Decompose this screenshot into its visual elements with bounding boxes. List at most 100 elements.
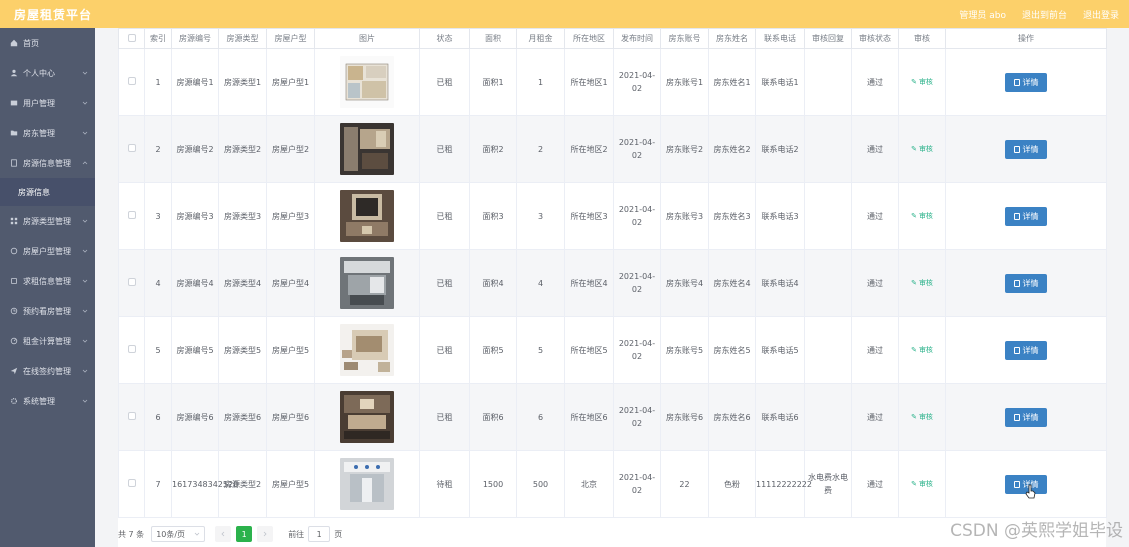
- detail-button[interactable]: 详情: [1005, 340, 1047, 360]
- chevron-down-icon: [82, 101, 88, 105]
- cell-name: 房东姓名5: [708, 316, 756, 384]
- detail-button[interactable]: 详情: [1005, 139, 1047, 159]
- audit-link[interactable]: ✎ 审核: [911, 413, 933, 421]
- row-checkbox[interactable]: [127, 143, 136, 152]
- cell-area: 面积1: [469, 48, 517, 116]
- column-header: 状态: [419, 28, 470, 49]
- cell-reply: [804, 383, 852, 451]
- cell-account: 房东账号1: [660, 48, 709, 116]
- cell-account: 房东账号2: [660, 115, 709, 183]
- cell-status: 已租: [419, 316, 470, 384]
- chevron-down-icon: [82, 71, 88, 75]
- chevron-down-icon: [82, 131, 88, 135]
- document-icon: [1013, 212, 1020, 220]
- cell-name: 色粉: [708, 450, 756, 518]
- cell-reply: [804, 249, 852, 317]
- sidebar-item-1[interactable]: 个人中心: [0, 58, 95, 88]
- cell-date: 2021-04-02: [613, 316, 661, 384]
- cell-area: 面积6: [469, 383, 517, 451]
- table-row: 7 1617348342520 房源类型2 房屋户型5 待租 1500 500 北京 2021-…: [118, 450, 1107, 518]
- table-row: 3 房源编号3 房源类型3 房屋户型3 已租 面积3 3 所在地区3 2021-04-02 房东账…: [118, 182, 1107, 250]
- cell-index: 4: [144, 249, 172, 317]
- chevron-down-icon: [82, 369, 88, 373]
- image-cell: [314, 115, 420, 183]
- action-cell: 详情: [945, 383, 1107, 451]
- sidebar-item-0[interactable]: 首页: [0, 28, 95, 58]
- audit-link[interactable]: ✎ 审核: [911, 212, 933, 220]
- column-header: 房东账号: [660, 28, 709, 49]
- sidebar-item-3[interactable]: 房东管理: [0, 118, 95, 148]
- row-checkbox[interactable]: [127, 344, 136, 353]
- audit-link[interactable]: ✎ 审核: [911, 78, 933, 86]
- goto-page-input[interactable]: 1: [308, 526, 331, 542]
- page-size-value: 10条/页: [156, 529, 186, 539]
- cell-phone: 联系电话1: [755, 48, 805, 116]
- row-checkbox[interactable]: [127, 76, 136, 85]
- next-page-button[interactable]: [257, 526, 274, 542]
- select-all-checkbox[interactable]: [127, 33, 136, 42]
- audit-link-label: 审核: [918, 413, 933, 421]
- cell-reply: [804, 115, 852, 183]
- chevron-down-icon: [82, 339, 88, 343]
- cell-code: 1617348342520: [171, 450, 238, 518]
- sidebar-item-7[interactable]: 求租信息管理: [0, 266, 95, 296]
- cell-audit_status: 通过: [851, 249, 899, 317]
- audit-cell: ✎ 审核: [898, 383, 946, 451]
- detail-button[interactable]: 详情: [1005, 206, 1047, 226]
- sidebar-item-label: 预约看房管理: [23, 306, 71, 316]
- sidebar-item-9[interactable]: 租金计算管理: [0, 326, 95, 356]
- row-checkbox[interactable]: [127, 277, 136, 286]
- sidebar-item-11[interactable]: 系统管理: [0, 386, 95, 416]
- cell-area: 面积4: [469, 249, 517, 317]
- column-header: 房东姓名: [708, 28, 756, 49]
- edit-icon: ✎: [911, 212, 917, 220]
- cell-code: 房源编号5: [171, 316, 219, 384]
- cell-reply: [804, 48, 852, 116]
- sidebar-item-8[interactable]: 预约看房管理: [0, 296, 95, 326]
- sidebar-item-5[interactable]: 房源类型管理: [0, 206, 95, 236]
- cell-layout: 房屋户型5: [266, 316, 315, 384]
- cell-name: 房东姓名3: [708, 182, 756, 250]
- audit-link[interactable]: ✎ 审核: [911, 145, 933, 153]
- table-row: 1 房源编号1 房源类型1 房屋户型1 已租 面积1 1 所在地区1 2021-04-02 房东账…: [118, 48, 1107, 116]
- sidebar-item-4[interactable]: 房源信息管理: [0, 148, 95, 178]
- brand-title: 房屋租赁平台: [14, 8, 93, 22]
- sidebar-item-label: 房屋户型管理: [23, 246, 71, 256]
- audit-link[interactable]: ✎ 审核: [911, 480, 933, 488]
- cell-layout: 房屋户型2: [266, 115, 315, 183]
- goto-label: 前往: [288, 529, 305, 539]
- page-number-1[interactable]: 1: [236, 526, 253, 542]
- front-desk-link[interactable]: 退出到前台: [1022, 8, 1067, 21]
- row-checkbox[interactable]: [127, 478, 136, 487]
- edit-icon: ✎: [911, 279, 917, 287]
- admin-user-link[interactable]: 管理员 abo: [959, 8, 1006, 21]
- cell-date: 2021-04-02: [613, 115, 661, 183]
- cell-name: 房东姓名6: [708, 383, 756, 451]
- row-checkbox[interactable]: [127, 210, 136, 219]
- edit-icon: ✎: [911, 145, 917, 153]
- sidebar-item-label: 首页: [23, 38, 39, 48]
- cell-code: 房源编号6: [171, 383, 219, 451]
- detail-button[interactable]: 详情: [1005, 72, 1047, 92]
- row-checkbox[interactable]: [127, 411, 136, 420]
- prev-page-button[interactable]: [215, 526, 232, 542]
- page-size-select[interactable]: 10条/页: [151, 526, 206, 542]
- detail-button-label: 详情: [1022, 345, 1039, 355]
- logout-link[interactable]: 退出登录: [1083, 8, 1119, 21]
- audit-link[interactable]: ✎ 审核: [911, 346, 933, 354]
- action-cell: 详情: [945, 115, 1107, 183]
- audit-link[interactable]: ✎ 审核: [911, 279, 933, 287]
- sidebar-item-2[interactable]: 用户管理: [0, 88, 95, 118]
- chevron-down-icon: [82, 309, 88, 313]
- column-header: 联系电话: [755, 28, 805, 49]
- sidebar-subitem-0[interactable]: 房源信息: [0, 178, 95, 206]
- sidebar-item-label: 求租信息管理: [23, 276, 71, 286]
- sidebar-item-10[interactable]: 在线签约管理: [0, 356, 95, 386]
- detail-button[interactable]: 详情: [1005, 273, 1047, 293]
- cell-rent: 3: [516, 182, 565, 250]
- cell-account: 房东账号4: [660, 249, 709, 317]
- column-header: 面积: [469, 28, 517, 49]
- sidebar-item-label: 系统管理: [23, 396, 55, 406]
- detail-button[interactable]: 详情: [1005, 407, 1047, 427]
- sidebar-item-6[interactable]: 房屋户型管理: [0, 236, 95, 266]
